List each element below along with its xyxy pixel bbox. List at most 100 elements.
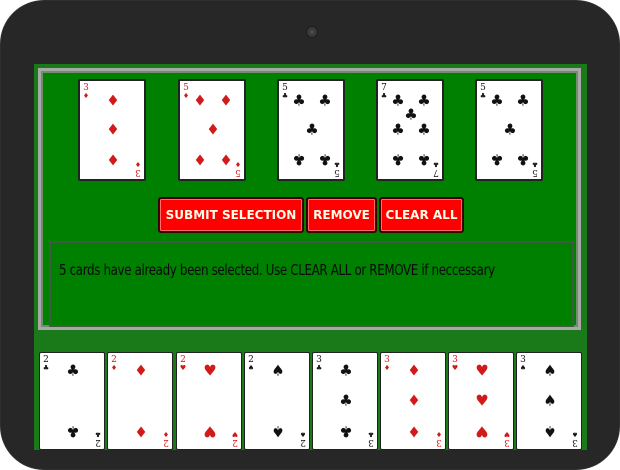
camera-icon: [306, 26, 318, 38]
card-pip-icon: ♦: [134, 422, 148, 441]
card-pip-icon: ♣: [66, 361, 80, 380]
card-corner-index: 2 ♠: [247, 356, 255, 373]
hand-card[interactable]: 2 ♠ 2 ♠ ♠ ♠: [244, 352, 310, 450]
card-suit-icon: ♣: [367, 430, 375, 438]
card-corner-index: 3 ♦: [383, 356, 391, 373]
card-suit-icon: ♣: [333, 160, 341, 168]
card-corner-index: 3 ♦: [435, 430, 443, 447]
card-pip-icon: ♦: [106, 120, 120, 139]
hand-card[interactable]: 2 ♥ 2 ♥ ♥ ♥: [176, 352, 242, 450]
card-pip-icon: ♣: [66, 422, 80, 441]
card-rank: 3: [368, 437, 374, 447]
card-pip-icon: ♦: [193, 91, 207, 110]
card-suit-icon: ♣: [42, 364, 50, 372]
card-pip-icon: ♠: [271, 422, 285, 441]
card-suit-icon: ♥: [451, 364, 459, 372]
card-pip-icon: ♠: [543, 422, 557, 441]
hand-card[interactable]: 3 ♣ 3 ♣ ♣ ♣ ♣: [312, 352, 378, 450]
card-pip-icon: ♣: [490, 91, 504, 110]
card-pip-icon: ♣: [292, 91, 306, 110]
card-pip-icon: ♦: [193, 150, 207, 169]
card-corner-index: 2 ♥: [231, 430, 239, 447]
card-pip-icon: ♣: [417, 150, 431, 169]
card-corner-index: 3 ♥: [503, 430, 511, 447]
selected-card[interactable]: 5 ♦ 5 ♦ ♦ ♦ ♦ ♦ ♦: [178, 79, 246, 181]
card-pip-icon: ♦: [106, 150, 120, 169]
card-corner-index: 2 ♣: [94, 430, 102, 447]
card-pip-icon: ♠: [543, 361, 557, 380]
card-pip-icon: ♦: [407, 391, 421, 410]
hand-card[interactable]: 3 ♥ 3 ♥ ♥ ♥ ♥: [448, 352, 514, 450]
card-suit-icon: ♦: [82, 92, 90, 100]
card-pip-icon: ♦: [407, 361, 421, 380]
game-screen: 3 ♦ 3 ♦ ♦ ♦ ♦ 5 ♦ 5 ♦ ♦ ♦ ♦ ♦ ♦ 5 ♣ 5 ♣ ♣ ♣ ♣ ♣ ♣ 7 ♣ 7 ♣ ♣ ♣ ♣ ♣ ♣ ♣ ♣ 5 ♣ 5 ♣…: [34, 64, 587, 450]
hand-card[interactable]: 2 ♣ 2 ♣ ♣ ♣: [39, 352, 105, 450]
card-corner-index: 5 ♣: [479, 84, 487, 101]
card-suit-icon: ♣: [315, 364, 323, 372]
card-corner-index: 3 ♠: [571, 430, 579, 447]
card-corner-index: 5 ♣: [281, 84, 289, 101]
card-corner-index: 2 ♥: [179, 356, 187, 373]
card-suit-icon: ♦: [110, 364, 118, 372]
card-pip-icon: ♣: [516, 150, 530, 169]
card-suit-icon: ♥: [231, 430, 239, 438]
card-rank: 7: [433, 167, 439, 177]
card-corner-index: 5 ♣: [333, 160, 341, 177]
card-corner-index: 3 ♥: [451, 356, 459, 373]
hand-card[interactable]: 3 ♦ 3 ♦ ♦ ♦ ♦: [380, 352, 446, 450]
card-corner-index: 5 ♣: [531, 160, 539, 177]
card-rank: 2: [95, 437, 101, 447]
card-pip-icon: ♣: [391, 150, 405, 169]
selected-card[interactable]: 7 ♣ 7 ♣ ♣ ♣ ♣ ♣ ♣ ♣ ♣: [376, 79, 444, 181]
card-corner-index: 2 ♦: [110, 356, 118, 373]
selected-card[interactable]: 5 ♣ 5 ♣ ♣ ♣ ♣ ♣ ♣: [277, 79, 345, 181]
card-pip-icon: ♥: [475, 361, 489, 380]
card-pip-icon: ♦: [206, 120, 220, 139]
card-pip-icon: ♦: [106, 91, 120, 110]
message-box: 5 cards have already been selected. Use …: [49, 241, 574, 327]
card-suit-icon: ♦: [134, 160, 142, 168]
card-suit-icon: ♣: [432, 160, 440, 168]
card-suit-icon: ♥: [179, 364, 187, 372]
card-rank: 2: [300, 437, 306, 447]
card-pip-icon: ♣: [503, 120, 517, 139]
card-pip-icon: ♥: [475, 391, 489, 410]
card-pip-icon: ♠: [543, 391, 557, 410]
card-suit-icon: ♠: [571, 430, 579, 438]
card-pip-icon: ♥: [203, 422, 217, 441]
card-corner-index: 2 ♦: [162, 430, 170, 447]
clear-all-button[interactable]: CLEAR ALL: [379, 197, 464, 233]
card-pip-icon: ♦: [407, 422, 421, 441]
card-rank: 2: [163, 437, 169, 447]
card-pip-icon: ♣: [417, 91, 431, 110]
card-rank: 3: [504, 437, 510, 447]
card-pip-icon: ♣: [516, 91, 530, 110]
submit-selection-button[interactable]: SUBMIT SELECTION: [158, 197, 304, 233]
card-corner-index: 3 ♣: [367, 430, 375, 447]
card-corner-index: 2 ♠: [299, 430, 307, 447]
card-pip-icon: ♣: [292, 150, 306, 169]
card-suit-icon: ♠: [247, 364, 255, 372]
card-pip-icon: ♣: [318, 91, 332, 110]
selected-card[interactable]: 5 ♣ 5 ♣ ♣ ♣ ♣ ♣ ♣: [475, 79, 543, 181]
hand-cards-row: 2 ♣ 2 ♣ ♣ ♣ 2 ♦ 2 ♦ ♦ ♦ 2 ♥ 2 ♥ ♥ ♥ 2 ♠ 2 ♠ ♠ ♠ 3 ♣ 3 ♣ ♣ ♣ ♣ 3 ♦ 3 ♦ ♦ ♦ ♦ 3 ♥…: [34, 350, 587, 450]
card-pip-icon: ♣: [404, 105, 418, 124]
card-pip-icon: ♦: [219, 150, 233, 169]
card-corner-index: 7 ♣: [432, 160, 440, 177]
card-suit-icon: ♠: [519, 364, 527, 372]
hand-card[interactable]: 3 ♠ 3 ♠ ♠ ♠ ♠: [516, 352, 582, 450]
selected-card[interactable]: 3 ♦ 3 ♦ ♦ ♦ ♦: [78, 79, 146, 181]
card-rank: 5: [235, 167, 241, 177]
remove-button[interactable]: REMOVE: [306, 197, 377, 233]
card-pip-icon: ♥: [203, 361, 217, 380]
card-pip-icon: ♠: [271, 361, 285, 380]
card-pip-icon: ♦: [219, 91, 233, 110]
card-corner-index: 3 ♣: [315, 356, 323, 373]
card-rank: 3: [436, 437, 442, 447]
card-corner-index: 2 ♣: [42, 356, 50, 373]
card-suit-icon: ♦: [383, 364, 391, 372]
hand-card[interactable]: 2 ♦ 2 ♦ ♦ ♦: [107, 352, 173, 450]
card-suit-icon: ♦: [162, 430, 170, 438]
card-pip-icon: ♣: [305, 120, 319, 139]
card-corner-index: 3 ♦: [134, 160, 142, 177]
